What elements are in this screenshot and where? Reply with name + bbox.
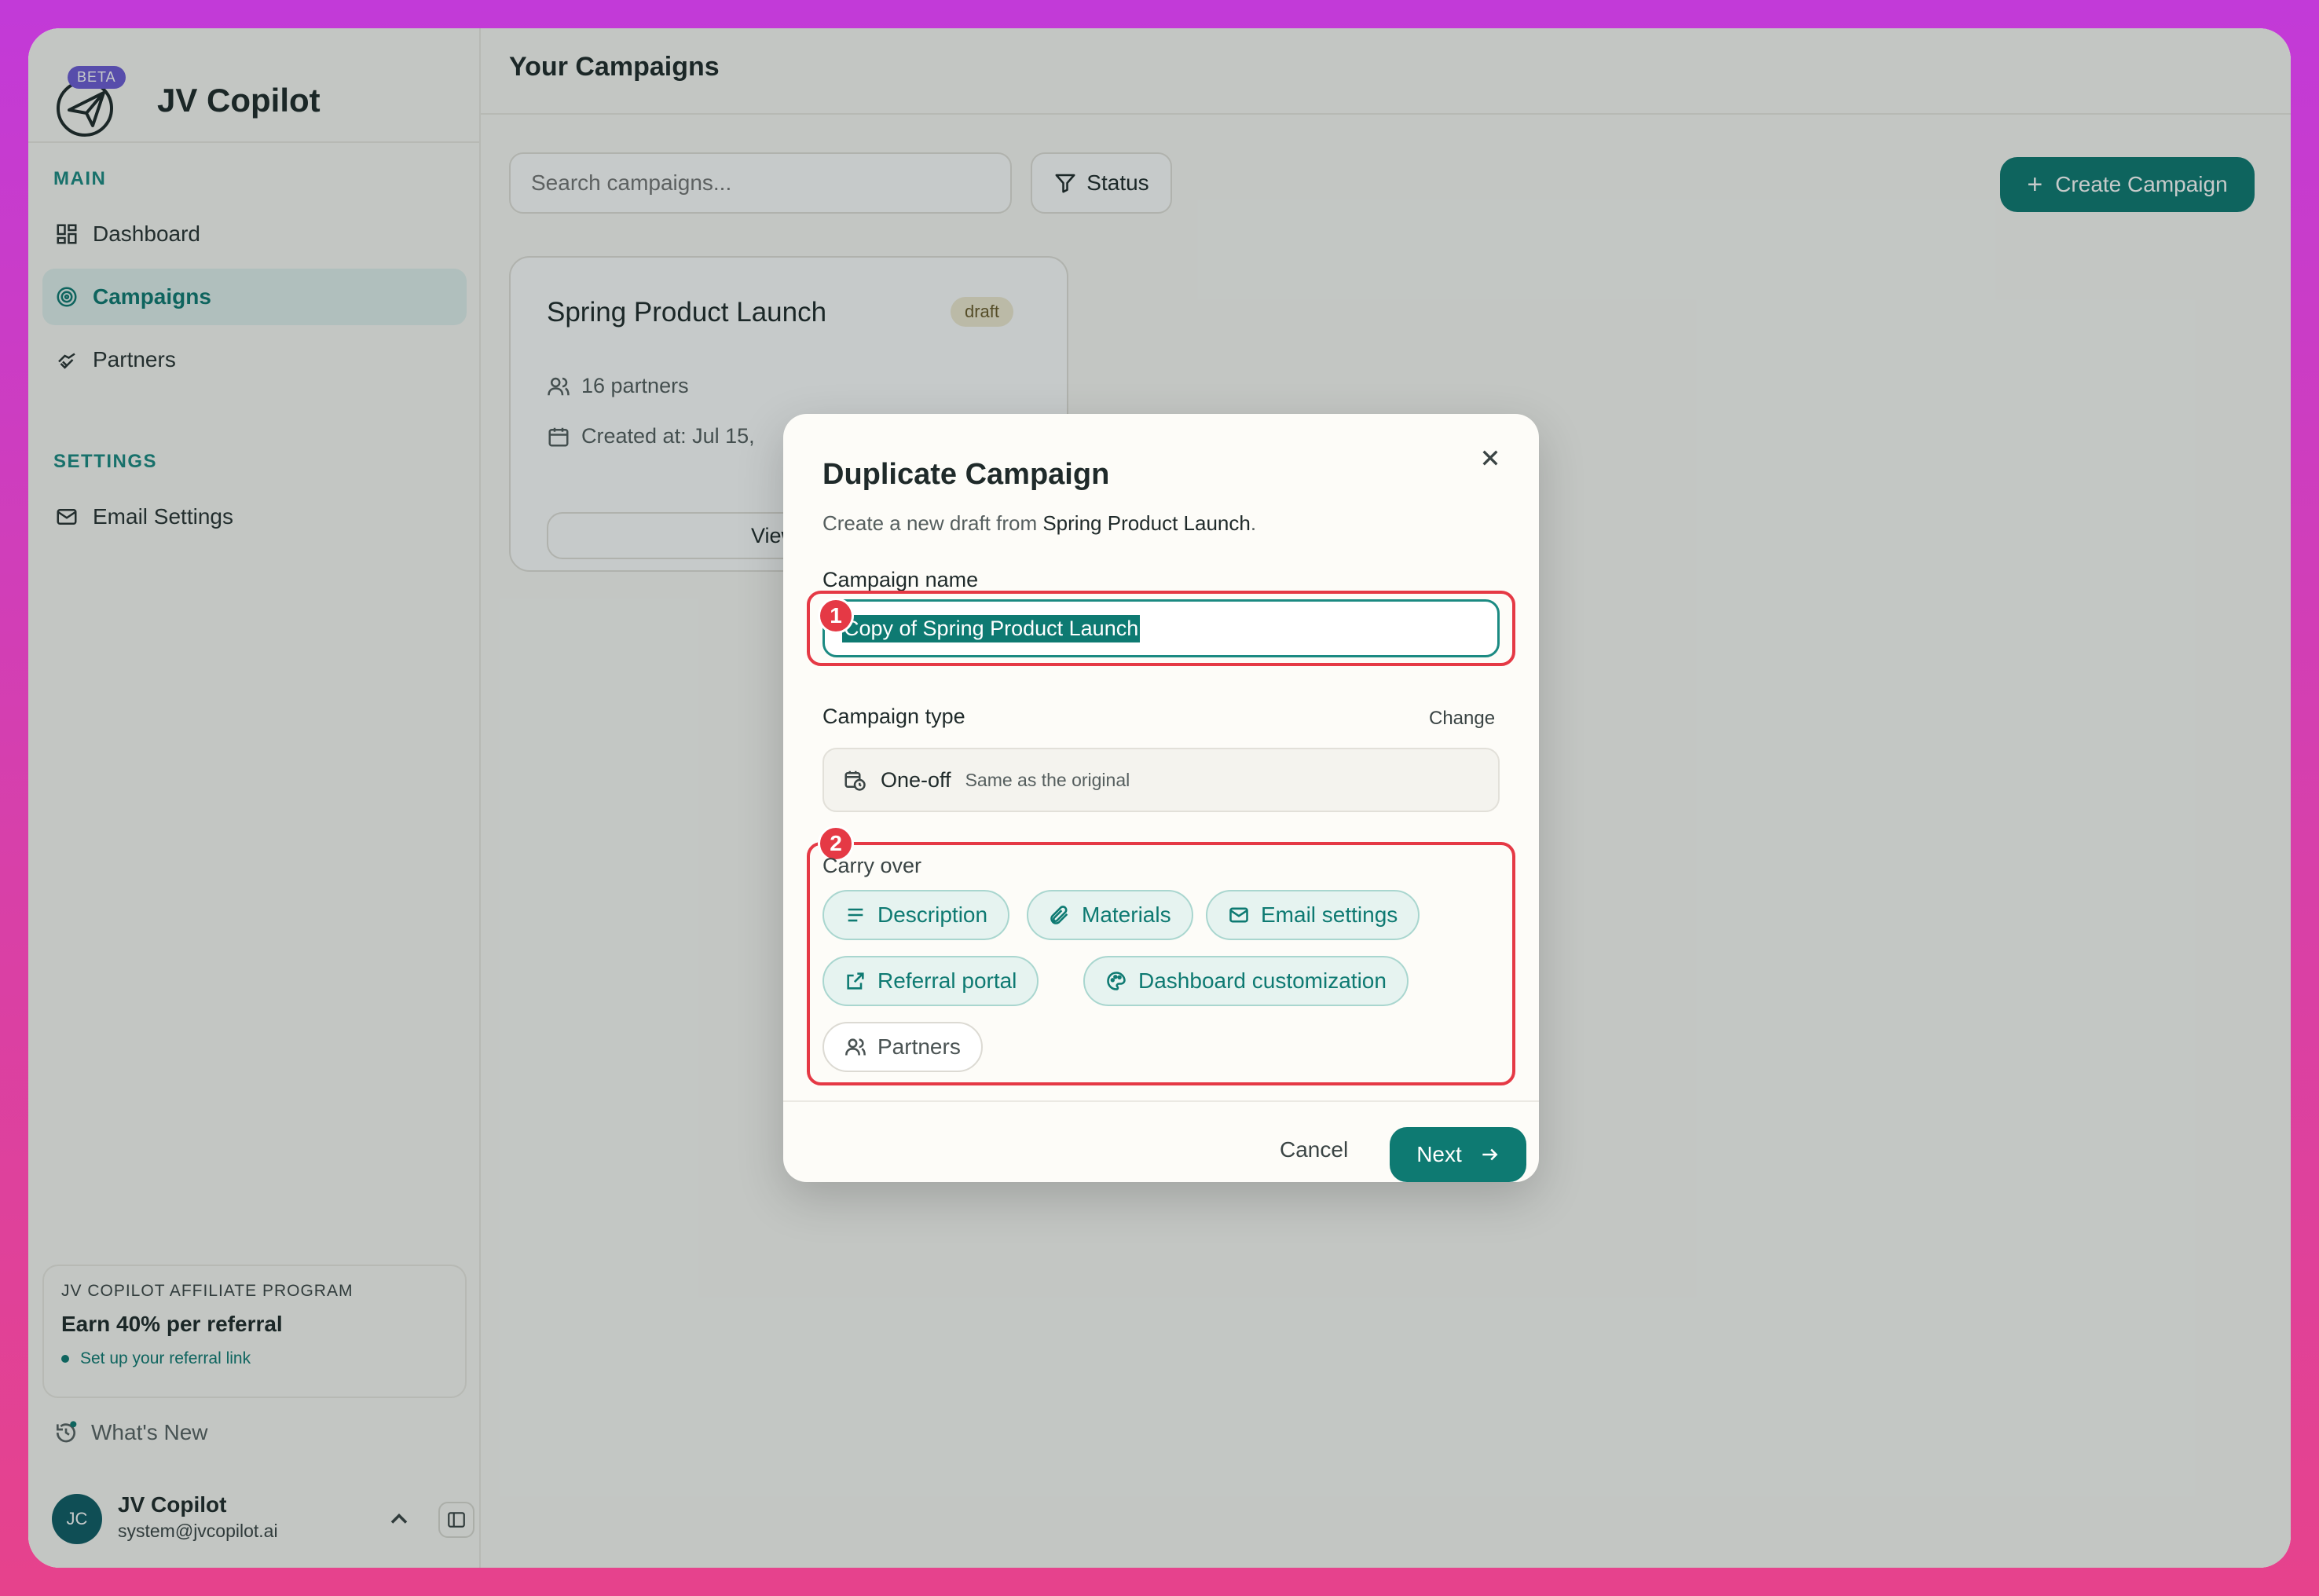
campaign-type-label: Campaign type: [822, 705, 965, 728]
dialog-title: Duplicate Campaign: [822, 458, 1110, 491]
step-marker-1: 1: [818, 598, 854, 634]
align-left-icon: [848, 908, 863, 922]
chip-description[interactable]: Description: [822, 890, 1010, 940]
arrow-right-icon: [1482, 1148, 1498, 1161]
subtitle-prefix: Create a new draft from: [822, 511, 1043, 535]
chip-label: Description: [877, 902, 988, 927]
cancel-button[interactable]: Cancel: [1280, 1122, 1348, 1177]
dialog-subtitle: Create a new draft from Spring Product L…: [822, 511, 1256, 536]
chip-label: Dashboard customization: [1138, 968, 1387, 993]
chip-dashboard-customization[interactable]: Dashboard customization: [1083, 956, 1409, 1006]
campaign-type-field: One-off Same as the original: [822, 748, 1500, 812]
subtitle-suffix: .: [1250, 511, 1257, 535]
close-icon[interactable]: [1475, 442, 1506, 474]
carry-over-label: Carry over: [822, 854, 922, 877]
highlight-box-1: [807, 591, 1515, 666]
chip-referral-portal[interactable]: Referral portal: [822, 956, 1039, 1006]
app-window: BETA JV Copilot MAIN Dashboard Campaigns…: [28, 28, 2291, 1568]
calendar-clock-icon: [844, 771, 866, 791]
change-type-link[interactable]: Change: [1429, 708, 1495, 730]
subtitle-source: Spring Product Launch: [1042, 511, 1251, 535]
chip-materials[interactable]: Materials: [1027, 890, 1193, 940]
duplicate-campaign-dialog: Duplicate Campaign Create a new draft fr…: [783, 414, 1539, 1182]
chip-label: Materials: [1082, 902, 1171, 927]
users-icon: [845, 1038, 866, 1056]
paperclip-icon: [1050, 906, 1068, 924]
next-button[interactable]: Next: [1390, 1127, 1526, 1182]
chip-label: Referral portal: [877, 968, 1017, 993]
campaign-type-value: One-off: [881, 767, 951, 792]
mail-icon: [1229, 907, 1248, 923]
palette-icon: [1107, 972, 1126, 990]
campaign-name-label: Campaign name: [822, 568, 979, 591]
campaign-type-note: Same as the original: [965, 769, 1130, 790]
chip-email-settings[interactable]: Email settings: [1206, 890, 1420, 940]
divider: [783, 1100, 1539, 1102]
chip-label: Email settings: [1261, 902, 1398, 927]
external-link-icon: [847, 972, 864, 990]
next-label: Next: [1416, 1142, 1462, 1166]
chip-partners[interactable]: Partners: [822, 1022, 983, 1072]
chip-label: Partners: [877, 1034, 961, 1059]
